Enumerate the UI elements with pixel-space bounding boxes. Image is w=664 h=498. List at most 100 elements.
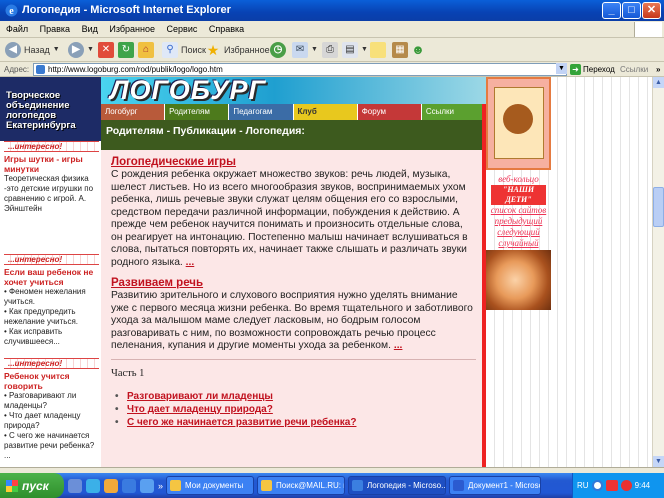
menu-help[interactable]: Справка <box>209 24 244 34</box>
article-link-games[interactable]: Логопедические игры <box>111 156 476 169</box>
windows-logo-icon <box>6 479 18 492</box>
forward-arrow-icon: ▶ <box>68 42 84 58</box>
taskbar-item-ie[interactable]: Логопедия - Microso... <box>348 476 447 495</box>
taskbar-item-documents[interactable]: Мои документы <box>166 476 255 495</box>
nav-teachers[interactable]: Педагогам <box>229 104 294 120</box>
site-nav: Логобург Родителям Педагогам Клуб Форум … <box>101 104 487 120</box>
teddy-bear-image <box>503 104 533 134</box>
media-quicklaunch-icon[interactable] <box>140 478 154 493</box>
forward-button[interactable]: ▶ ▼ <box>68 41 94 59</box>
part-link-2[interactable]: Что дает младенцу природа? <box>111 403 476 416</box>
outlook-quicklaunch-icon[interactable] <box>104 478 118 493</box>
go-button[interactable]: ➜ Переход <box>570 63 615 76</box>
windows-flag-icon <box>634 22 662 37</box>
back-dropdown-icon[interactable]: ▼ <box>53 41 60 59</box>
network-icon[interactable] <box>591 480 603 491</box>
clock[interactable]: 9:44 <box>635 481 651 490</box>
title-bar[interactable]: e Логопедия - Microsoft Internet Explore… <box>0 0 664 21</box>
article-link-speech[interactable]: Развиваем речь <box>111 277 476 290</box>
part-link-3[interactable]: С чего же начинается развитие речи ребен… <box>111 416 476 429</box>
menu-file[interactable]: Файл <box>6 24 28 34</box>
taskbar-item-label: Поиск@MAIL.RU: по... <box>276 481 344 490</box>
mail-dropdown-icon[interactable]: ▼ <box>311 41 318 59</box>
part-link-1[interactable]: Разговаривают ли младенцы <box>111 390 476 403</box>
word-quicklaunch-icon[interactable] <box>122 478 136 493</box>
edit-dropdown-icon[interactable]: ▼ <box>361 41 368 59</box>
grid-background <box>486 315 551 465</box>
forward-dropdown-icon[interactable]: ▼ <box>87 41 94 59</box>
print-icon: ⎙ <box>322 42 338 58</box>
menu-view[interactable]: Вид <box>82 24 98 34</box>
nav-links[interactable]: Ссылки <box>421 104 487 120</box>
discuss-button[interactable] <box>370 41 386 59</box>
menu-edit[interactable]: Правка <box>40 24 70 34</box>
home-button[interactable]: ⌂ <box>138 41 154 59</box>
refresh-button[interactable]: ↻ <box>118 41 134 59</box>
address-dropdown-icon[interactable]: ▼ <box>556 63 567 74</box>
webring-title: веб-кольцо <box>498 174 539 184</box>
sidebar-link-games[interactable]: Игры шутки - игры минутки <box>4 154 99 174</box>
vertical-scrollbar[interactable]: ▲ ▼ <box>652 77 664 467</box>
address-input[interactable]: http://www.logoburg.com/rod/publik/logo/… <box>33 63 567 76</box>
menu-favorites[interactable]: Избранное <box>109 24 155 34</box>
favorites-button[interactable]: ★ Избранное <box>205 41 270 59</box>
maximize-button[interactable]: □ <box>622 2 641 19</box>
messenger-button[interactable]: ☻ <box>410 41 426 59</box>
ie-quicklaunch-icon[interactable] <box>86 478 100 493</box>
nav-parents[interactable]: Родителям <box>165 104 230 120</box>
taskbar-item-label: Мои документы <box>185 481 244 490</box>
stop-button[interactable]: ✕ <box>98 41 114 59</box>
mail-button[interactable]: ✉ ▼ <box>292 41 318 59</box>
search-button[interactable]: ⚲ Поиск <box>162 41 206 59</box>
org-line-4: Екатеринбурга <box>6 120 76 131</box>
read-more-link[interactable]: ... <box>394 340 403 351</box>
history-button[interactable]: ◷ <box>270 41 286 59</box>
magazine-banner[interactable] <box>486 77 551 170</box>
refresh-icon: ↻ <box>118 42 134 58</box>
scroll-thumb[interactable] <box>653 187 664 227</box>
read-more-link[interactable]: ... <box>186 257 195 268</box>
scroll-up-icon[interactable]: ▲ <box>653 77 664 88</box>
sidebar-item: • Феномен нежелания учиться. <box>4 287 86 306</box>
taskbar-item-word[interactable]: Документ1 - Microso... <box>449 476 542 495</box>
show-desktop-icon[interactable] <box>68 478 82 493</box>
web-ring: веб-кольцо "НАШИ ДЕТИ" список сайтов пре… <box>486 174 551 249</box>
start-button[interactable]: пуск <box>0 473 64 498</box>
taskbar-item-mailru[interactable]: Поиск@MAIL.RU: по... <box>257 476 346 495</box>
webring-next-link[interactable]: следующий <box>486 227 551 238</box>
home-icon: ⌂ <box>138 42 154 58</box>
article-body-games: С рождения ребенка окружает множество зв… <box>111 169 476 269</box>
nav-logoburg[interactable]: Логобург <box>101 104 166 120</box>
webring-random-link[interactable]: случайный <box>486 238 551 249</box>
edit-button[interactable]: ▤ ▼ <box>342 41 368 59</box>
webring-list-link[interactable]: список сайтов <box>486 205 551 216</box>
go-label: Переход <box>583 65 615 74</box>
back-button[interactable]: ◀ Назад ▼ <box>5 41 60 59</box>
close-button[interactable]: ✕ <box>642 2 661 19</box>
minimize-button[interactable]: _ <box>602 2 621 19</box>
page-icon <box>36 65 45 74</box>
antivirus-icon[interactable] <box>620 480 632 491</box>
language-indicator[interactable]: RU <box>577 481 589 490</box>
links-label[interactable]: Ссылки <box>620 62 648 77</box>
nav-forum[interactable]: Форум <box>357 104 422 120</box>
links-chevron[interactable]: » <box>656 62 660 77</box>
scroll-down-icon[interactable]: ▼ <box>653 456 664 467</box>
print-button[interactable]: ⎙ <box>322 41 338 59</box>
page-content: ЛОГОБУРГ Творческое объединение логопедо… <box>0 77 652 467</box>
menu-tools[interactable]: Сервис <box>167 24 198 34</box>
webring-prev-link[interactable]: предыдущий <box>486 216 551 227</box>
system-tray: RU 9:44 <box>572 473 664 498</box>
sidebar-link-speech[interactable]: Ребенок учится говорить <box>4 371 99 391</box>
punto-switcher-icon[interactable] <box>605 480 618 491</box>
site-logo[interactable]: ЛОГОБУРГ <box>110 77 266 104</box>
research-button[interactable]: ▦ <box>392 41 408 59</box>
internet-explorer-icon: e <box>5 4 18 17</box>
back-label: Назад <box>24 45 50 55</box>
address-bar: Адрес: http://www.logoburg.com/rod/publi… <box>0 62 664 77</box>
quicklaunch-chevron-icon[interactable]: » <box>158 481 163 491</box>
nav-club[interactable]: Клуб <box>293 104 358 120</box>
sidebar-link-learning[interactable]: Если ваш ребенок не хочет учиться <box>4 267 99 287</box>
main-column: Логопедические игры С рождения ребенка о… <box>101 150 486 467</box>
reading-girl-image[interactable] <box>486 250 551 310</box>
